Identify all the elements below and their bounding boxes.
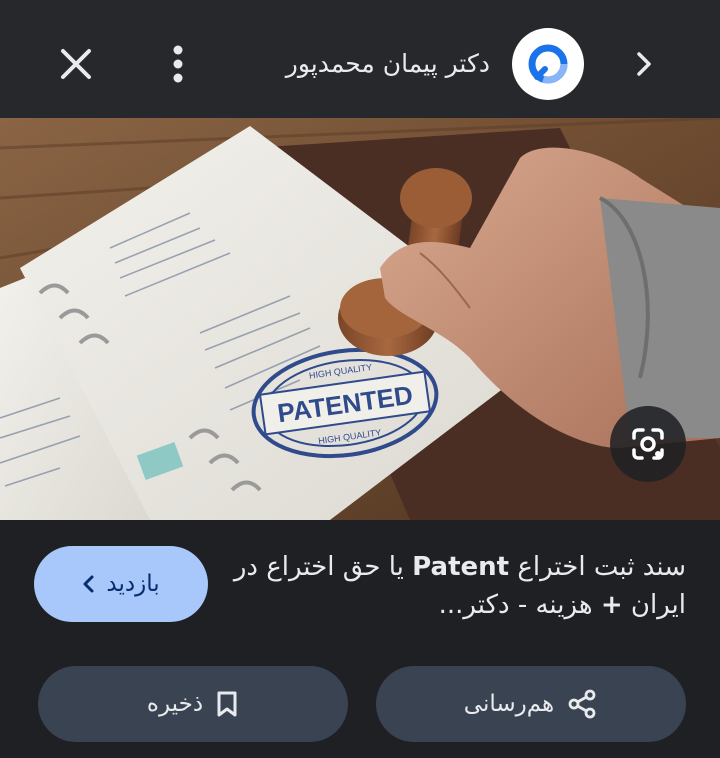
next-result-button[interactable] xyxy=(620,40,668,88)
title-text-part1: سند ثبت اختراع xyxy=(509,552,686,582)
site-name[interactable]: دکتر پیمان محمدپور xyxy=(250,42,490,86)
share-icon xyxy=(568,689,596,719)
close-button[interactable] xyxy=(52,40,100,88)
site-logo-icon xyxy=(528,44,568,84)
chevron-left-icon xyxy=(83,575,94,593)
visit-label: بازدید xyxy=(106,571,160,597)
save-button[interactable]: ذخیره xyxy=(38,666,348,742)
patent-stamp-photo: PATENTED HIGH QUALITY HIGH QUALITY xyxy=(0,118,720,520)
result-image[interactable]: PATENTED HIGH QUALITY HIGH QUALITY xyxy=(0,118,720,520)
title-bold-plus: + xyxy=(600,590,623,620)
close-icon xyxy=(61,49,91,79)
result-title[interactable]: سند ثبت اختراع Patent یا حق اختراع در ای… xyxy=(230,548,686,624)
title-bold-patent: Patent xyxy=(412,552,510,582)
top-bar: دکتر پیمان محمدپور xyxy=(0,0,720,118)
share-button[interactable]: هم‌رسانی xyxy=(376,666,686,742)
share-label: هم‌رسانی xyxy=(463,691,555,717)
google-lens-icon xyxy=(632,428,664,460)
site-logo[interactable] xyxy=(512,28,584,100)
bookmark-icon xyxy=(217,691,237,717)
visit-button[interactable]: بازدید xyxy=(34,546,208,622)
google-lens-button[interactable] xyxy=(610,406,686,482)
title-text-part3: هزینه - دکتر... xyxy=(438,590,601,620)
save-label: ذخیره xyxy=(146,691,204,717)
more-options-button[interactable] xyxy=(156,40,200,88)
more-vert-icon xyxy=(173,45,183,83)
chevron-right-icon xyxy=(637,52,651,76)
